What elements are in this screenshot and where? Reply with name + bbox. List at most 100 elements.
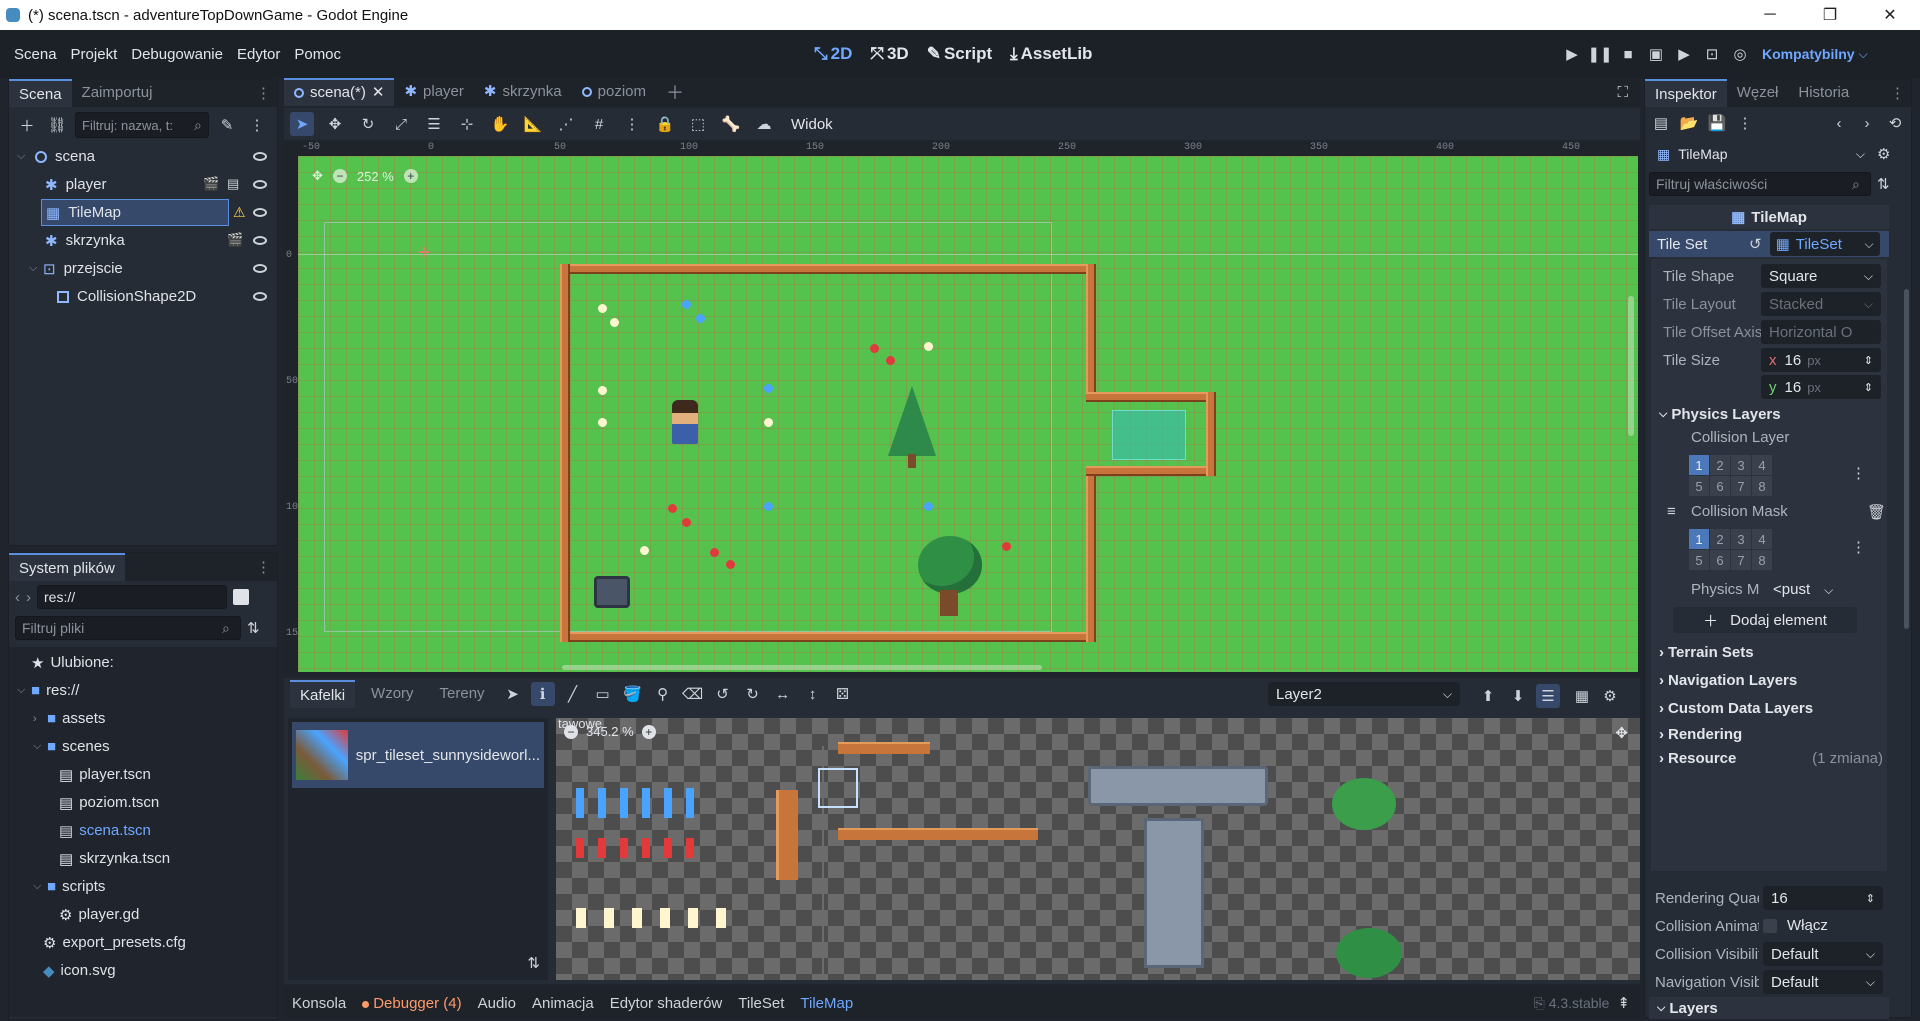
new-resource-icon[interactable]: ▤ <box>1649 111 1673 135</box>
close-tab-icon[interactable]: ✕ <box>372 79 385 107</box>
tab-skrzynka[interactable]: ✱ skrzynka <box>474 78 572 106</box>
favorites-row[interactable]: ★ Ulubione: <box>31 649 114 676</box>
transition-area[interactable] <box>1112 410 1186 460</box>
lock-icon[interactable]: 🔒 <box>653 112 677 136</box>
inspector-scrollbar[interactable] <box>1904 289 1909 629</box>
visibility-eye-icon[interactable] <box>253 236 267 245</box>
zoom-level[interactable]: 252 % <box>357 169 394 184</box>
remote-debug-icon[interactable]: ▣ <box>1644 42 1668 66</box>
visibility-eye-icon[interactable] <box>253 152 267 161</box>
layer-bit[interactable]: 2 <box>1710 455 1730 475</box>
file-export-presets[interactable]: ⚙ export_presets.cfg <box>43 929 186 956</box>
rendering-quadrant-input[interactable]: 16 ⇕ <box>1763 886 1883 910</box>
center-view-icon[interactable]: ✥ <box>1615 724 1628 742</box>
node-tools-icon[interactable]: ⚙ <box>1877 145 1890 163</box>
mode-3d-button[interactable]: ⤧ 3D <box>870 44 908 64</box>
layer-up-icon[interactable]: ⬆ <box>1476 684 1500 708</box>
layer-bit[interactable]: 8 <box>1752 476 1772 496</box>
scene-filter-input[interactable]: Filtruj: nazwa, t: ⌕ <box>75 112 209 138</box>
mask-bit[interactable]: 8 <box>1752 550 1772 570</box>
tab-wzory[interactable]: Wzory <box>361 680 424 708</box>
visibility-eye-icon[interactable] <box>253 208 267 217</box>
grid-snap-icon[interactable]: # <box>587 112 611 136</box>
center-view-icon[interactable]: ✥ <box>312 168 323 184</box>
tile-size-x-input[interactable]: x 16 px ⇕ <box>1761 348 1881 372</box>
movie-maker-icon[interactable]: ◎ <box>1728 42 1752 66</box>
script-attached-icon[interactable]: ▤ <box>227 176 239 192</box>
blend-icon[interactable]: ☁ <box>752 112 776 136</box>
sort-icon[interactable]: ⇅ <box>527 954 540 972</box>
menu-debugowanie[interactable]: Debugowanie <box>124 46 230 63</box>
tab-animacja[interactable]: Animacja <box>532 995 594 1012</box>
scene-instance-icon[interactable]: 🎬 <box>227 232 243 248</box>
tab-historia[interactable]: Historia <box>1788 79 1859 107</box>
mask-bit[interactable]: 7 <box>1731 550 1751 570</box>
warning-icon[interactable]: ⚠ <box>233 204 246 221</box>
layer-bit[interactable]: 5 <box>1689 476 1709 496</box>
tileset-resource-picker[interactable]: ▦ TileSet ⌵ <box>1769 232 1880 256</box>
property-filter-input[interactable]: Filtruj właściwości ⌕ <box>1649 172 1871 196</box>
minimize-button[interactable]: ─ <box>1740 0 1800 30</box>
zoom-in-icon[interactable]: + <box>641 724 656 739</box>
add-node-icon[interactable]: ＋ <box>15 113 39 137</box>
scene-instance-icon[interactable]: 🎬 <box>203 176 219 192</box>
paint-tool-icon[interactable]: ℹ <box>530 682 555 706</box>
pan-tool-icon[interactable]: ✋ <box>488 112 512 136</box>
mode-2d-button[interactable]: ⤡ 2D <box>814 44 852 64</box>
flip-v-icon[interactable]: ↕ <box>801 682 825 706</box>
bone-icon[interactable]: 🦴 <box>719 112 743 136</box>
tile-set-row[interactable]: Tile Set ↺ ▦ TileSet ⌵ <box>1649 231 1889 257</box>
rotate-right-icon[interactable]: ↻ <box>741 682 765 706</box>
visibility-eye-icon[interactable] <box>253 264 267 273</box>
menu-edytor[interactable]: Edytor <box>230 46 287 63</box>
section-navigation-layers[interactable]: › Navigation Layers <box>1651 669 1891 691</box>
chest-sprite[interactable] <box>594 576 630 608</box>
view-menu[interactable]: Widok <box>791 116 833 133</box>
back-icon[interactable]: ‹ <box>15 589 20 606</box>
renderer-selector[interactable]: Kompatybilny <box>1762 46 1855 62</box>
move-tool-icon[interactable]: ✥ <box>323 112 347 136</box>
mask-bit[interactable]: 2 <box>1710 529 1730 549</box>
select-tool-icon[interactable]: ➤ <box>290 112 314 136</box>
section-terrain-sets[interactable]: › Terrain Sets <box>1651 641 1891 663</box>
navigation-visibility-select[interactable]: Default ⌵ <box>1763 970 1883 994</box>
pivot-icon[interactable]: ⊹ <box>455 112 479 136</box>
split-view-icon[interactable] <box>233 589 249 605</box>
snap-options-icon[interactable]: ⋮ <box>620 112 644 136</box>
object-selector[interactable]: ▦ TileMap ⌵ <box>1651 142 1871 166</box>
group-icon[interactable]: ⬚ <box>686 112 710 136</box>
close-button[interactable]: ✕ <box>1860 0 1920 30</box>
folder-res[interactable]: ⌵ ■ res:// <box>17 677 79 704</box>
distraction-free-icon[interactable]: ⛶ <box>1617 84 1628 101</box>
tab-wezel[interactable]: Węzeł <box>1727 79 1789 107</box>
tree-node-skrzynka[interactable]: ✱ skrzynka <box>45 227 125 254</box>
collapse-icon[interactable]: ⌵ <box>33 880 47 893</box>
mask-bit[interactable]: 4 <box>1752 529 1772 549</box>
rect-tool-icon[interactable]: ▭ <box>591 682 615 706</box>
object-history-icon[interactable]: ⟲ <box>1883 111 1907 135</box>
collision-animatable-checkbox[interactable]: Włącz <box>1763 917 1828 934</box>
menu-scena[interactable]: Scena <box>7 46 64 63</box>
selected-tile-marker[interactable] <box>818 768 858 808</box>
section-custom-data-layers[interactable]: › Custom Data Layers <box>1651 697 1891 719</box>
collapse-icon[interactable]: ⌵ <box>33 740 47 753</box>
file-icon-svg[interactable]: ◆ icon.svg <box>43 957 116 984</box>
pause-icon[interactable]: ❚❚ <box>1587 42 1612 66</box>
play-scene-icon[interactable]: ▶ <box>1672 42 1696 66</box>
tab-edytor-shaderow[interactable]: Edytor shaderów <box>610 995 723 1012</box>
tab-zaimportuj[interactable]: Zaimportuj <box>72 79 163 107</box>
section-resource[interactable]: › Resource (1 zmiana) <box>1651 747 1883 769</box>
folder-assets[interactable]: › ■ assets <box>33 705 105 732</box>
forward-icon[interactable]: › <box>26 589 31 606</box>
collapse-icon[interactable]: ⌵ <box>17 150 31 163</box>
bucket-tool-icon[interactable]: 🪣 <box>621 682 645 706</box>
atlas-item[interactable]: spr_tileset_sunnysideworl... <box>292 722 544 788</box>
folder-scripts[interactable]: ⌵ ■ scripts <box>33 873 105 900</box>
physics-material-picker[interactable]: <pust ⌵ <box>1773 581 1833 598</box>
dock-menu-icon[interactable]: ⋮ <box>1890 84 1905 102</box>
picker-tool-icon[interactable]: ⚲ <box>651 682 675 706</box>
resource-menu-icon[interactable]: ⋮ <box>1733 111 1757 135</box>
tile-size-y-input[interactable]: y 16 px ⇕ <box>1761 375 1881 399</box>
sort-icon[interactable]: ⇅ <box>247 619 260 637</box>
menu-pomoc[interactable]: Pomoc <box>287 46 348 63</box>
